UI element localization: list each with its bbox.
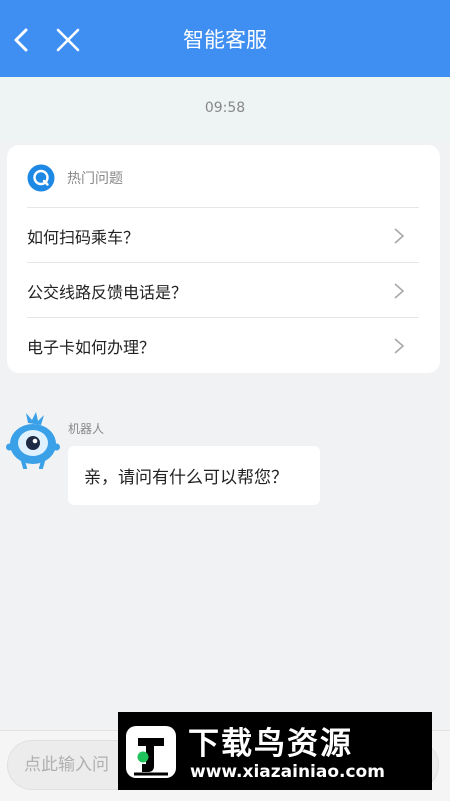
watermark-title: 下载鸟资源 (188, 726, 353, 762)
question-label: 公交线路反馈电话是？ (27, 282, 188, 302)
header-bar: 智能客服 (0, 0, 450, 77)
watermark-url: www.xiazainiao.com (190, 762, 385, 782)
question-item-scan[interactable]: 如何扫码乘车？ (27, 207, 419, 263)
q-bubble-icon (27, 164, 55, 192)
hot-questions-title: 热门问题 (67, 171, 123, 187)
bird-logo-icon (126, 726, 176, 778)
page-title: 智能客服 (183, 28, 267, 52)
message-timestamp: 09:58 (204, 100, 246, 116)
question-label: 电子卡如何办理？ (27, 337, 156, 357)
robot-avatar (6, 412, 60, 469)
watermark-banner: 下载鸟资源 www.xiazainiao.com (118, 712, 432, 790)
hot-questions-card: 热门问题 如何扫码乘车？ 公交线路反馈电话是？ 电子卡如何办理？ (7, 145, 440, 373)
hot-questions-header: 热门问题 (27, 163, 123, 193)
bot-name: 机器人 (68, 422, 105, 436)
bot-message-text: 亲，请问有什么可以帮您？ (84, 468, 288, 488)
question-item-feedback[interactable]: 公交线路反馈电话是？ (27, 262, 419, 318)
question-item-ecard[interactable]: 电子卡如何办理？ (27, 317, 419, 373)
bot-message-bubble: 亲，请问有什么可以帮您？ (68, 446, 320, 505)
chevron-right-icon (394, 227, 405, 244)
chevron-right-icon (394, 282, 405, 299)
chevron-right-icon (394, 337, 405, 354)
question-label: 如何扫码乘车？ (27, 227, 140, 247)
